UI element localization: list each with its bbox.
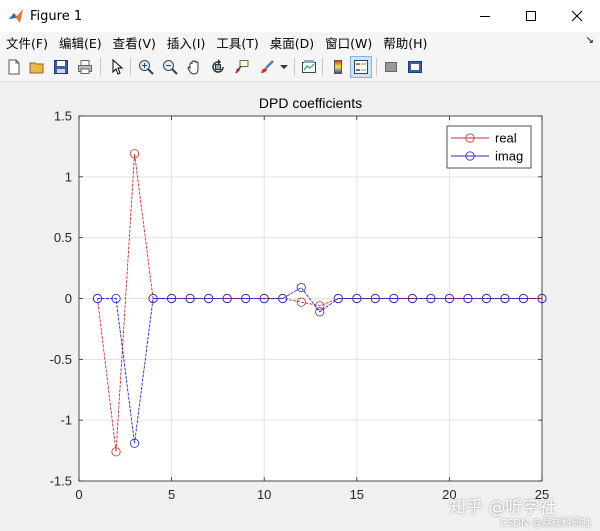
dock-figure-icon[interactable]: ↘ [586, 35, 594, 46]
x-tick-label: 15 [350, 487, 364, 502]
window-title: Figure 1 [30, 8, 83, 24]
data-cursor-icon[interactable] [231, 56, 253, 78]
pointer-icon[interactable] [106, 56, 128, 78]
print-icon[interactable] [74, 56, 96, 78]
matlab-icon [8, 8, 24, 24]
legend-label-imag: imag [495, 149, 523, 164]
toolbar-separator [100, 58, 101, 76]
rotate-icon[interactable] [207, 56, 229, 78]
brush-icon[interactable] [256, 56, 278, 78]
toolbar-separator [294, 58, 295, 76]
menu-view[interactable]: 查看(V) [107, 33, 161, 52]
chart-title: DPD coefficients [259, 95, 362, 111]
title-bar: Figure 1 [0, 0, 600, 32]
menu-window[interactable]: 窗口(W) [319, 33, 377, 52]
save-icon[interactable] [50, 56, 72, 78]
legend-label-real: real [495, 131, 517, 146]
toolbar-separator [322, 58, 323, 76]
figure-toolbar [0, 53, 600, 82]
zoom-in-icon[interactable] [135, 56, 157, 78]
show-plot-tools-icon[interactable] [404, 56, 426, 78]
x-tick-label: 10 [257, 487, 271, 502]
y-tick-label: -1 [60, 413, 72, 428]
close-button[interactable] [554, 0, 600, 32]
open-file-icon[interactable] [26, 56, 48, 78]
menu-tools[interactable]: 工具(T) [210, 33, 263, 52]
hide-plot-tools-icon[interactable] [380, 56, 402, 78]
plot-svg: 0 5 10 15 20 251.510.50-0.5-1-1.5 DPD coeffic… [50, 95, 550, 502]
menu-edit[interactable]: 编辑(E) [53, 33, 107, 52]
x-tick-label: 5 [168, 487, 175, 502]
menu-insert[interactable]: 插入(I) [161, 33, 210, 52]
x-tick-label: 0 [75, 487, 82, 502]
pan-icon[interactable] [183, 56, 205, 78]
legend[interactable]: real imag [446, 125, 532, 169]
minimize-button[interactable] [462, 0, 508, 32]
legend-icon[interactable] [350, 56, 372, 78]
figure-canvas: 0 5 10 15 20 25 1.5 1 0.5 0 -0.5 -1 -1.5 DPD coeffic… [0, 82, 600, 531]
y-tick-label: 1.5 [54, 109, 72, 124]
y-tick-label: 0 [65, 291, 72, 306]
menu-file[interactable]: 文件(F) [0, 33, 53, 52]
zoom-out-icon[interactable] [159, 56, 181, 78]
y-tick-label: 0.5 [54, 230, 72, 245]
toolbar-separator [130, 58, 131, 76]
menu-bar: 文件(F) 编辑(E) 查看(V) 插入(I) 工具(T) 桌面(D) 窗口(W… [0, 32, 600, 53]
brush-dropdown-icon[interactable] [278, 56, 290, 78]
maximize-button[interactable] [508, 0, 554, 32]
y-tick-label: -0.5 [50, 352, 72, 367]
new-figure-icon[interactable] [3, 56, 25, 78]
menu-desktop[interactable]: 桌面(D) [264, 33, 319, 52]
menu-help[interactable]: 帮助(H) [377, 33, 432, 52]
link-plot-icon[interactable] [298, 56, 320, 78]
watermark-csdn: CSDN @荔枝科研社 [500, 518, 592, 529]
y-tick-label: 1 [65, 169, 72, 184]
toolbar-separator [376, 58, 377, 76]
colorbar-icon[interactable] [327, 56, 349, 78]
y-tick-label: -1.5 [50, 474, 72, 489]
